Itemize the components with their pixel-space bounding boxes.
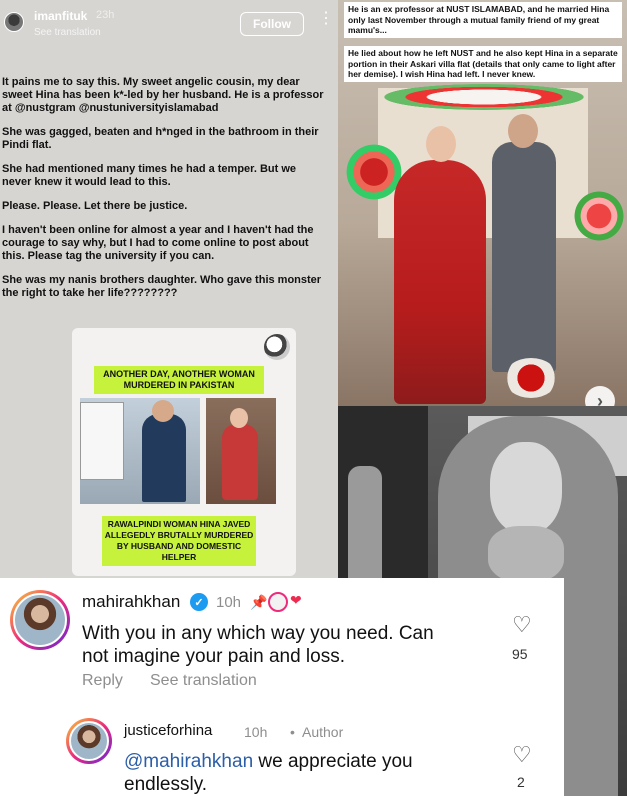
story-panel: imanfituk 23h See translation Follow ⋮ I… (0, 0, 338, 578)
story-see-translation[interactable]: See translation (34, 27, 101, 38)
comments-section: mahirahkhan ✓ 10h 📌 ❤ With you in any wh… (0, 578, 564, 796)
story-text: It pains me to say this. My sweet angeli… (2, 76, 324, 311)
story-paragraph: She was gagged, beaten and h*nged in the… (2, 126, 319, 151)
news-headline: ANOTHER DAY, ANOTHER WOMAN MURDERED IN P… (94, 366, 264, 394)
story-paragraph: She was my nanis brothers daughter. Who … (2, 274, 322, 299)
photo-caption-1: He is an ex professor at NUST ISLAMABAD,… (344, 2, 622, 38)
avatar[interactable] (10, 590, 70, 650)
photo-caption-2: He lied about how he left NUST and he al… (344, 46, 622, 82)
victim-photo (206, 398, 276, 504)
comment-time: 10h (244, 724, 268, 740)
more-options-icon[interactable]: ⋮ (318, 11, 334, 32)
comment-username[interactable]: justiceforhina (124, 722, 212, 739)
separator-dot: • (290, 724, 295, 740)
story-paragraph: Please. Please. Let there be justice. (2, 200, 188, 212)
story-avatar[interactable] (4, 12, 24, 32)
creator-avatar-icon (268, 592, 288, 612)
comment-text: With you in any which way you need. Can … (82, 623, 434, 667)
pin-icon: 📌 (250, 594, 268, 610)
news-caption: RAWALPINDI WOMAN HINA JAVED ALLEGEDLY BR… (102, 516, 256, 566)
news-outlet-icon (264, 334, 290, 360)
next-arrow-icon[interactable]: › (585, 386, 615, 406)
verified-icon: ✓ (190, 593, 208, 611)
author-badge: Author (302, 724, 344, 740)
wedding-photo: He is an ex professor at NUST ISLAMABAD,… (338, 0, 627, 406)
story-paragraph: She had mentioned many times he had a te… (2, 163, 297, 188)
like-count: 2 (517, 774, 525, 790)
see-translation-button[interactable]: See translation (150, 672, 257, 690)
mention-link[interactable]: @mahirahkhan (124, 751, 253, 772)
story-username[interactable]: imanfituk (34, 9, 87, 23)
avatar[interactable] (66, 718, 112, 764)
comment-time: 10h (216, 594, 242, 611)
comment-username[interactable]: mahirahkhan (82, 592, 180, 612)
reply-button[interactable]: Reply (82, 672, 123, 690)
liked-by-creator-icon: ❤ (290, 592, 302, 608)
story-header: imanfituk 23h See translation Follow ⋮ (0, 0, 338, 44)
follow-button[interactable]: Follow (240, 12, 304, 36)
like-count: 95 (512, 646, 528, 662)
news-card[interactable]: ANOTHER DAY, ANOTHER WOMAN MURDERED IN P… (72, 328, 296, 576)
like-heart-icon[interactable]: ♡ (512, 612, 532, 638)
suspect-photo (80, 398, 200, 504)
comment-text: @mahirahkhan we appreciate you endlessly… (124, 750, 454, 796)
like-heart-icon[interactable]: ♡ (512, 742, 532, 768)
story-paragraph: I haven't been online for almost a year … (2, 224, 314, 262)
story-time: 23h (96, 9, 115, 21)
story-paragraph: It pains me to say this. My sweet angeli… (2, 76, 324, 114)
